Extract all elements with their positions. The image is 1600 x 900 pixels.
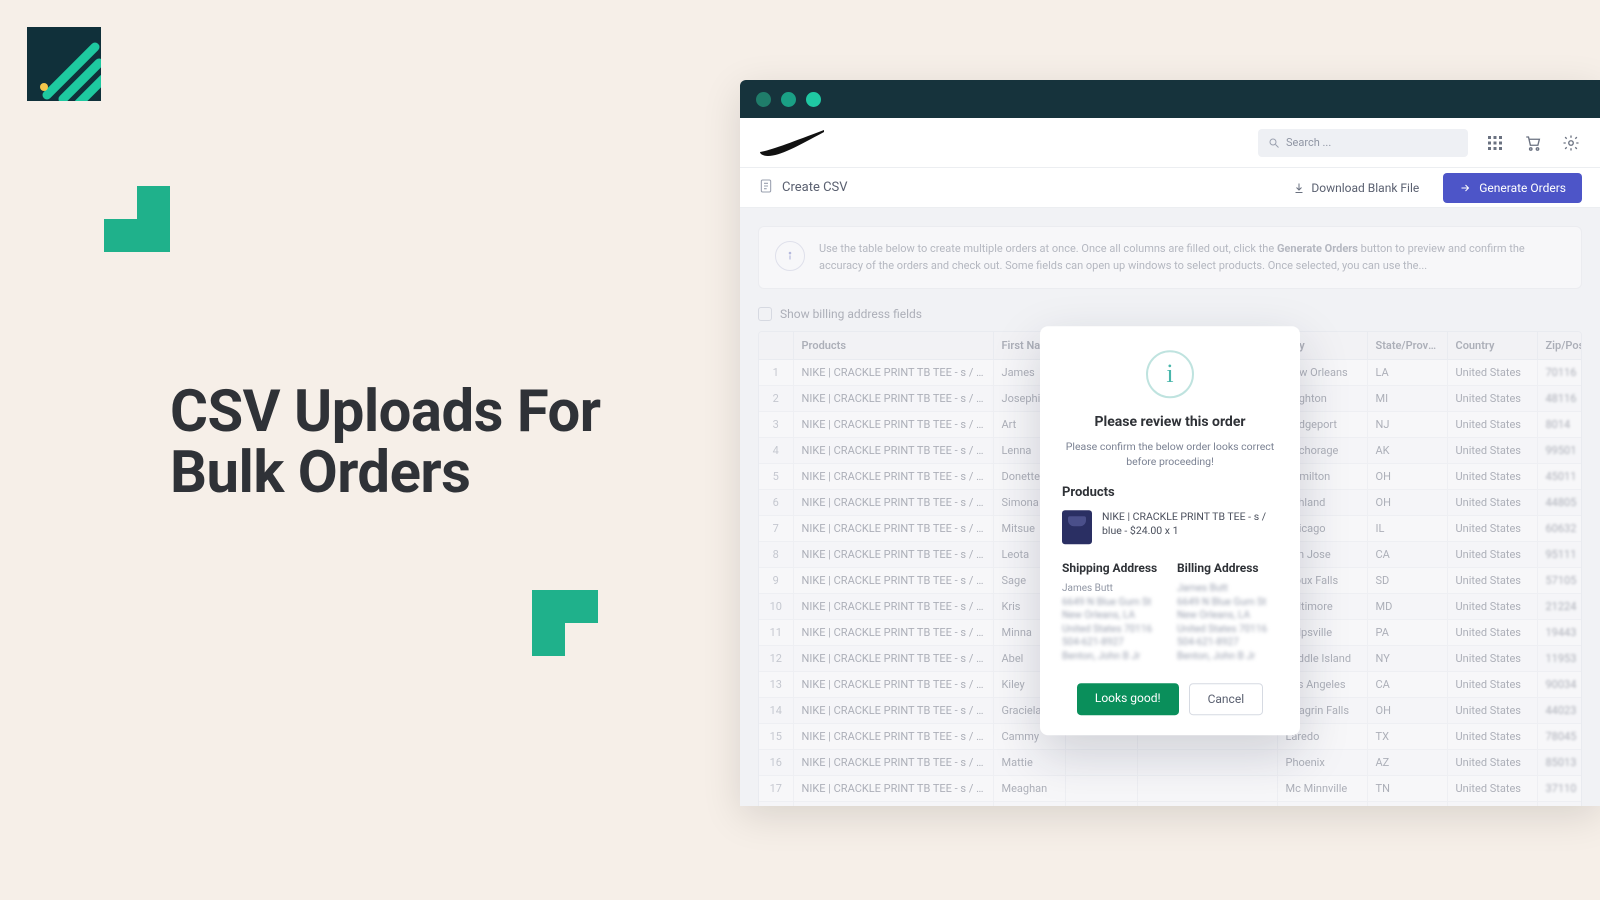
toolbar: Create CSV Download Blank File Generate … [740, 168, 1600, 208]
cart-icon[interactable] [1522, 132, 1544, 154]
search-placeholder: Search ... [1286, 136, 1331, 149]
modal-title: Please review this order [1062, 414, 1278, 430]
download-icon [1293, 182, 1305, 194]
csv-icon [758, 178, 774, 198]
decorative-accent [104, 186, 170, 252]
billing-address-block: Billing Address James Butt 6649 N Blue G… [1177, 561, 1278, 664]
search-icon [1268, 137, 1280, 149]
content-area: Use the table below to create multiple o… [740, 208, 1600, 806]
modal-products-heading: Products [1062, 486, 1278, 501]
search-input[interactable]: Search ... [1258, 129, 1468, 157]
window-close-dot[interactable] [756, 92, 771, 107]
modal-subtitle: Please confirm the below order looks cor… [1062, 440, 1278, 469]
shipping-address-block: Shipping Address James Butt 6649 N Blue … [1062, 561, 1163, 664]
product-text: NIKE | CRACKLE PRINT TB TEE - s / blue -… [1102, 511, 1278, 539]
window-minimize-dot[interactable] [781, 92, 796, 107]
modal-product-row: NIKE | CRACKLE PRINT TB TEE - s / blue -… [1062, 511, 1278, 545]
download-blank-file-button[interactable]: Download Blank File [1281, 175, 1431, 201]
window-zoom-dot[interactable] [806, 92, 821, 107]
cancel-button[interactable]: Cancel [1189, 684, 1264, 716]
page-corner-logo [27, 27, 101, 101]
review-order-modal: i Please review this order Please confir… [1040, 326, 1300, 736]
page-headline: CSV Uploads For Bulk Orders [170, 382, 601, 504]
app-window: Search ... Create CSV Download Blank Fil… [740, 80, 1600, 806]
arrow-right-icon [1459, 182, 1471, 194]
looks-good-button[interactable]: Looks good! [1077, 684, 1179, 716]
window-titlebar [740, 80, 1600, 118]
decorative-accent [532, 590, 598, 656]
grid-icon[interactable] [1484, 132, 1506, 154]
product-thumbnail [1062, 511, 1092, 545]
appbar: Search ... [740, 118, 1600, 168]
info-icon: i [1146, 350, 1194, 398]
generate-orders-button[interactable]: Generate Orders [1443, 173, 1582, 203]
page-title: Create CSV [758, 178, 848, 198]
brand-logo [758, 126, 828, 160]
settings-icon[interactable] [1560, 132, 1582, 154]
